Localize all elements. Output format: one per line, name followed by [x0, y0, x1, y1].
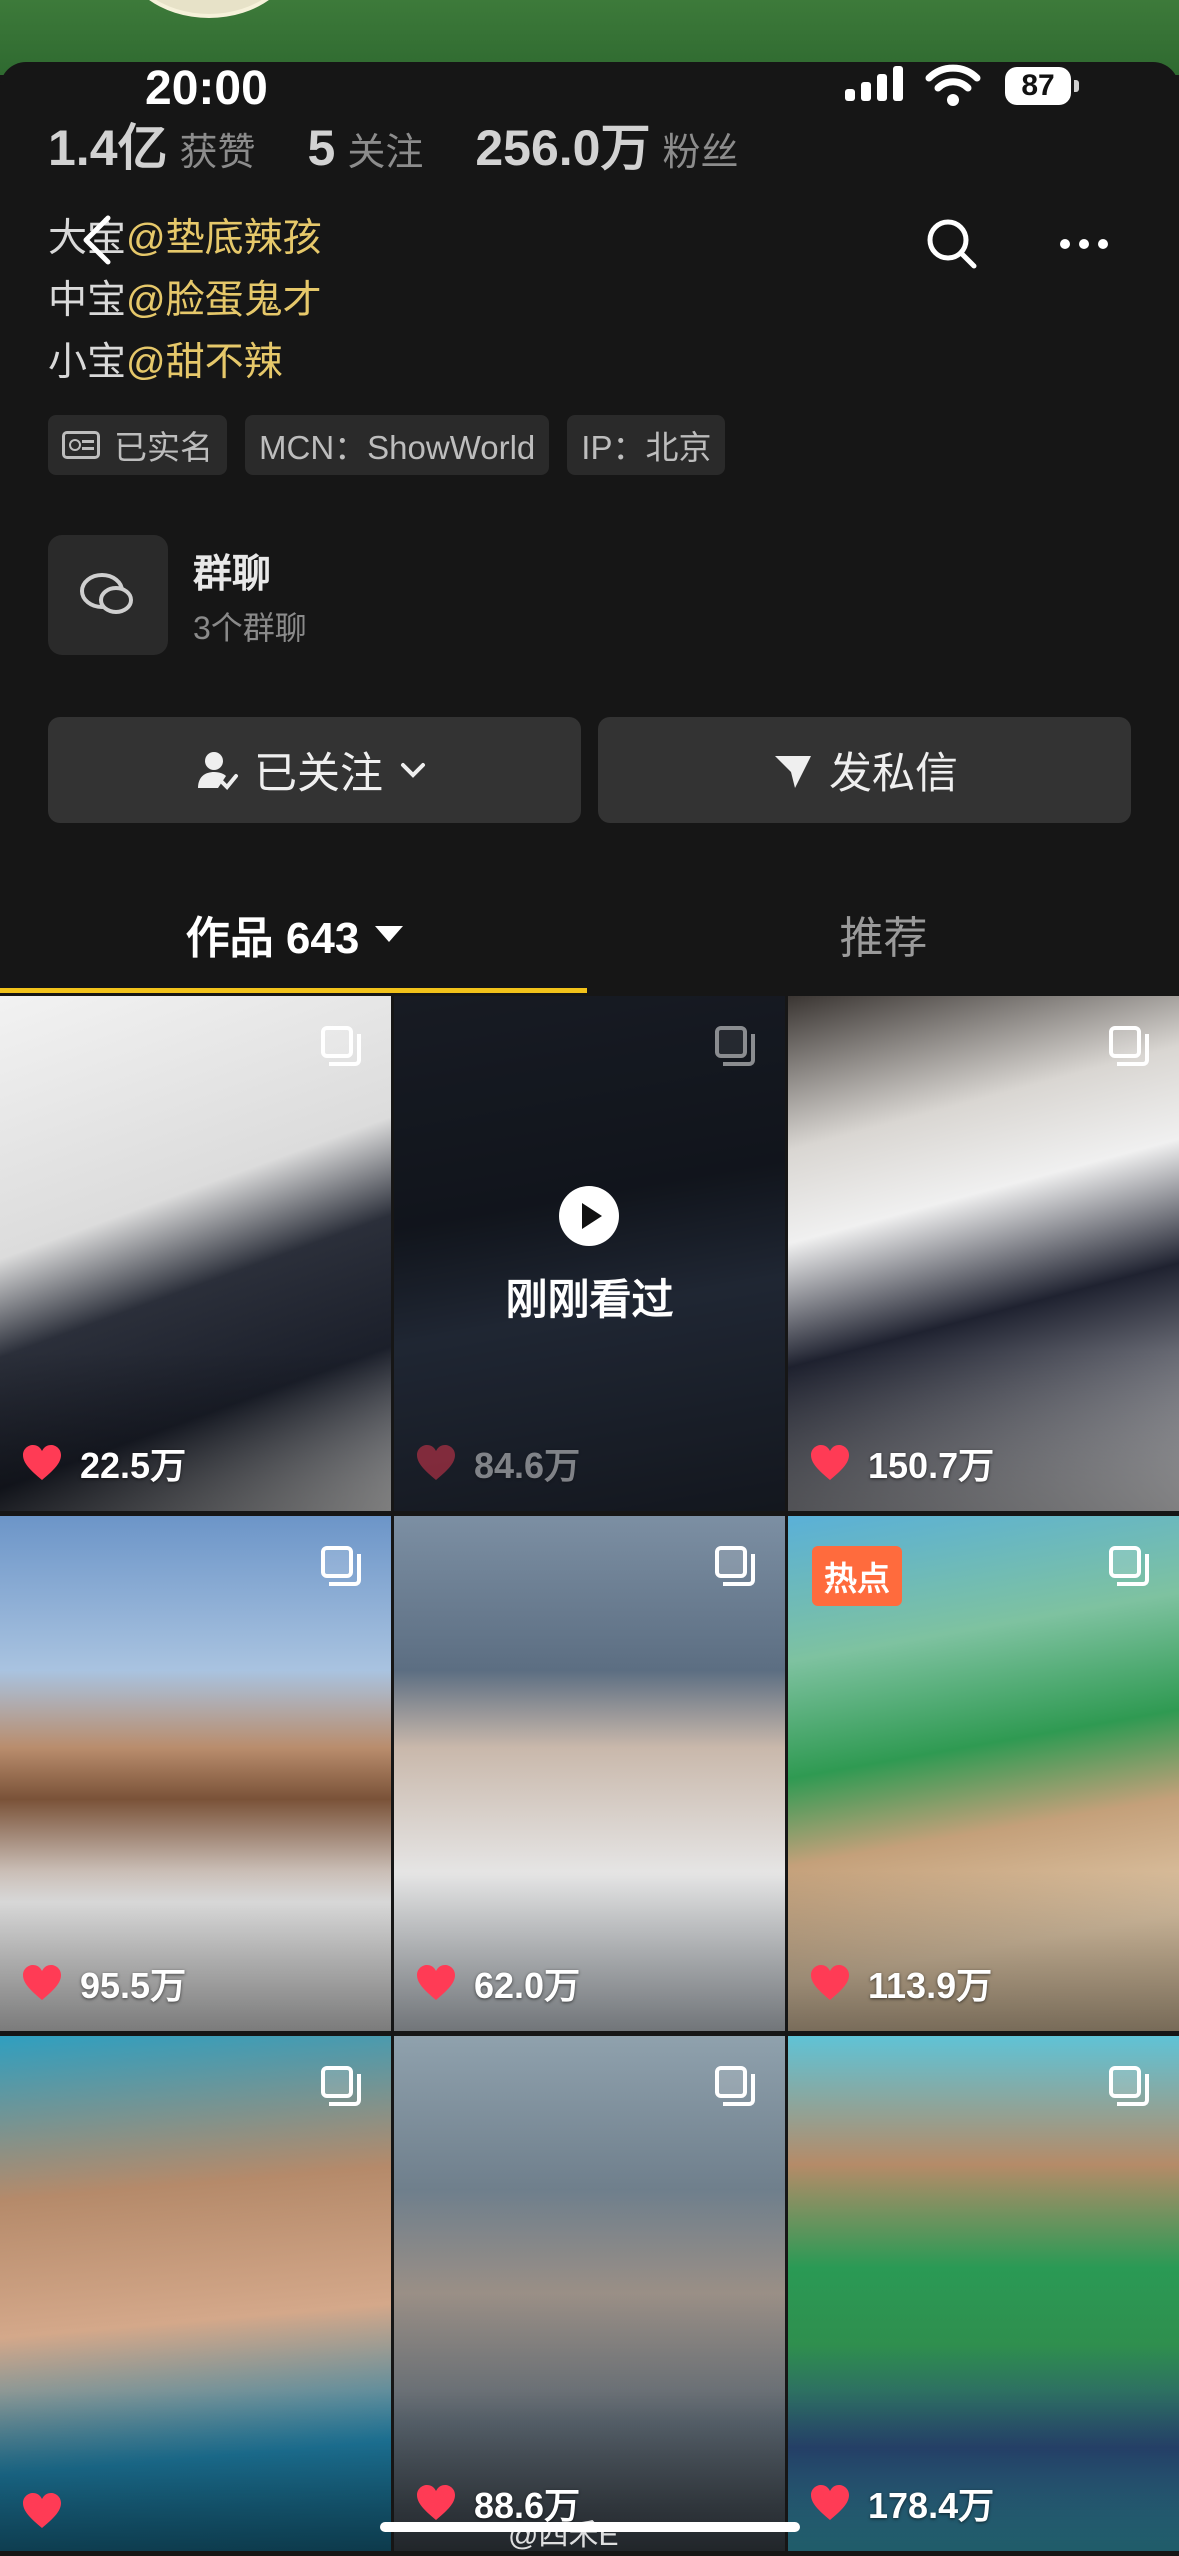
mcn-tag[interactable]: MCN：ShowWorld [245, 415, 550, 475]
like-count: 95.5万 [22, 1957, 186, 2009]
video-thumbnail[interactable]: 热点 113.9万 [788, 1516, 1179, 2031]
multi-image-icon [321, 1026, 361, 1066]
heart-icon [23, 1965, 61, 2000]
following-count[interactable]: 5 [308, 119, 336, 177]
mention-link[interactable]: @脸蛋鬼才 [126, 279, 322, 322]
multi-image-icon [321, 2066, 361, 2106]
mcn-label: MCN：ShowWorld [259, 429, 536, 466]
like-count: 62.0万 [416, 1957, 580, 2009]
like-count: 150.7万 [810, 1437, 994, 1489]
group-chat-subtitle: 3个群聊 [193, 610, 307, 646]
video-thumbnail[interactable]: 22.5万 [0, 996, 391, 1511]
home-indicator[interactable] [380, 2522, 800, 2532]
followed-button[interactable]: 已关注 [48, 717, 581, 823]
user-check-icon [198, 752, 238, 790]
heart-icon [23, 2493, 61, 2528]
like-count-value: 84.6万 [474, 1445, 581, 1486]
tab-works[interactable]: 作品 643 [0, 880, 589, 988]
active-tab-indicator [0, 988, 587, 993]
avatar[interactable] [120, 0, 298, 18]
chevron-down-icon [401, 763, 425, 778]
video-thumbnail[interactable] [0, 2036, 391, 2551]
followers-count[interactable]: 256.0万 [475, 108, 650, 180]
bio-line: 小宝@甜不辣 [48, 332, 322, 394]
caret-down-icon [375, 926, 404, 942]
more-options-icon[interactable] [1030, 210, 1138, 278]
wifi-icon [925, 64, 981, 106]
video-thumbnail[interactable]: 95.5万 [0, 1516, 391, 2031]
bio-line: 中宝@脸蛋鬼才 [48, 270, 322, 332]
like-count: 178.4万 [810, 2477, 994, 2529]
like-count [22, 2493, 80, 2529]
group-chat-icon [48, 535, 168, 655]
content-tabs: 作品 643 推荐 [0, 880, 1179, 995]
multi-image-icon [715, 2066, 755, 2106]
followers-label[interactable]: 粉丝 [662, 121, 738, 176]
like-count-value: 150.7万 [868, 1445, 995, 1486]
tab-recommend-label: 推荐 [839, 914, 928, 963]
like-count-value: 22.5万 [80, 1445, 187, 1486]
heart-icon [23, 1445, 61, 1480]
watermark: @四禾E [508, 2519, 619, 2552]
video-thumbnail[interactable]: 62.0万 [394, 1516, 785, 2031]
group-chat-entry[interactable]: 群聊 3个群聊 [48, 535, 648, 655]
like-count-value: 113.9万 [868, 1965, 993, 2006]
multi-image-icon [1109, 2066, 1149, 2106]
following-label[interactable]: 关注 [347, 121, 423, 176]
heart-icon [417, 2485, 455, 2520]
battery-indicator: 87 [1005, 67, 1079, 105]
like-count: 113.9万 [810, 1957, 992, 2009]
tab-recommend[interactable]: 推荐 [589, 880, 1178, 988]
ip-tag: IP：北京 [567, 415, 726, 475]
like-count-value: 178.4万 [868, 2485, 995, 2526]
likes-label: 获赞 [179, 132, 256, 174]
play-icon [559, 1186, 619, 1246]
mention-link[interactable]: @甜不辣 [126, 341, 283, 384]
search-icon[interactable] [918, 210, 986, 278]
video-thumbnail[interactable]: 刚刚看过 84.6万 [394, 996, 785, 1511]
bio-prefix: 中宝 [48, 279, 127, 322]
multi-image-icon [715, 1026, 755, 1066]
verified-label: 已实名 [114, 429, 213, 466]
heart-icon [811, 2485, 849, 2520]
multi-image-icon [321, 1546, 361, 1586]
hot-badge: 热点 [812, 1546, 902, 1606]
tab-works-label: 作品 643 [185, 914, 360, 963]
mention-link[interactable]: @垫底辣孩 [126, 217, 322, 260]
likes-count: 1.4亿 [48, 120, 168, 176]
multi-image-icon [1109, 1026, 1149, 1066]
bio-prefix: 小宝 [48, 341, 127, 384]
heart-icon [417, 1445, 455, 1480]
ip-label: IP：北京 [581, 429, 712, 466]
heart-icon [417, 1965, 455, 2000]
multi-image-icon [715, 1546, 755, 1586]
send-message-button[interactable]: 发私信 [598, 717, 1131, 823]
like-count-value: 95.5万 [80, 1965, 187, 2006]
group-chat-title: 群聊 [193, 553, 272, 596]
video-thumbnail[interactable]: 150.7万 [788, 996, 1179, 1511]
recently-viewed-label: 刚刚看过 [505, 1276, 674, 1323]
send-message-label: 发私信 [829, 750, 958, 798]
video-thumbnail[interactable]: 178.4万 [788, 2036, 1179, 2551]
followed-label: 已关注 [254, 750, 383, 798]
like-count-value: 62.0万 [474, 1965, 581, 2006]
id-card-icon [62, 431, 100, 459]
paper-plane-icon [775, 756, 811, 788]
profile-stats: 1.4亿 获赞 5 关注 256.0万 粉丝 [48, 108, 791, 178]
like-count: 84.6万 [416, 1437, 580, 1489]
verified-tag[interactable]: 已实名 [48, 415, 227, 475]
heart-icon [811, 1965, 849, 2000]
video-thumbnail[interactable]: 88.6万 [394, 2036, 785, 2551]
back-icon[interactable] [70, 210, 130, 270]
like-count: 22.5万 [22, 1437, 186, 1489]
multi-image-icon [1109, 1546, 1149, 1586]
profile-tags: 已实名 MCN：ShowWorld IP：北京 [48, 415, 726, 475]
heart-icon [811, 1445, 849, 1480]
